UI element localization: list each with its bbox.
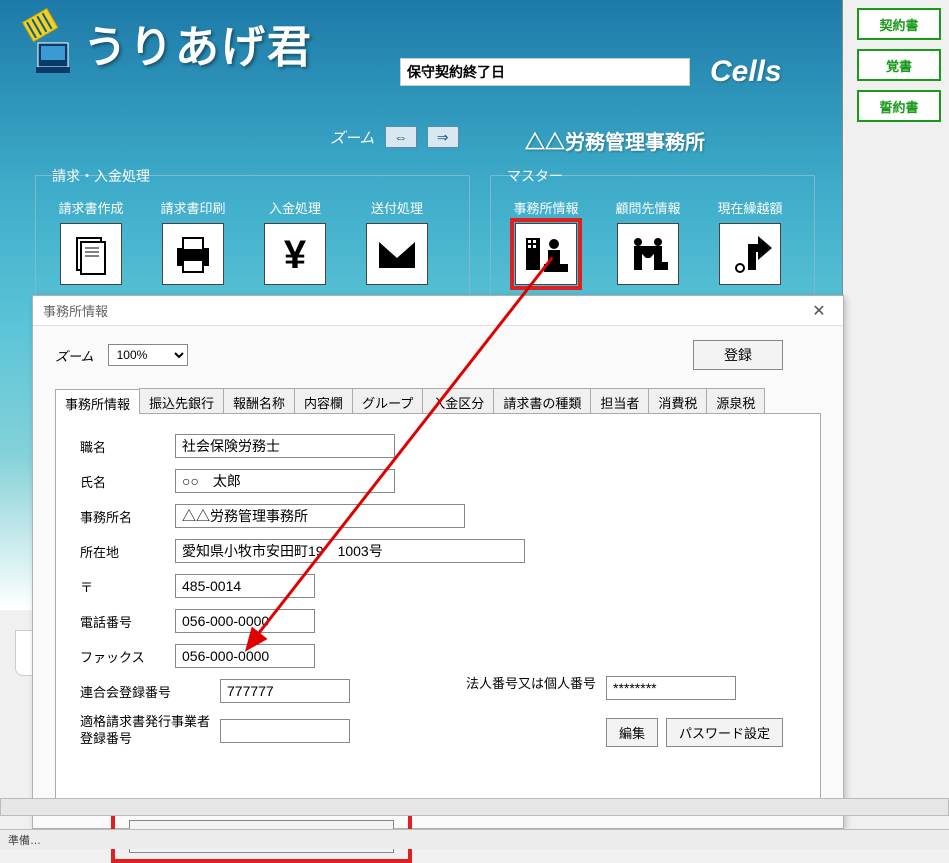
address-input[interactable] <box>175 539 525 563</box>
position-input[interactable] <box>175 434 395 458</box>
side-button-panel: 契約書 覚書 誓約書 <box>857 8 941 122</box>
master-groupbox: マスター 事務所情報 顧問先情報 現在繰越額 <box>490 175 815 315</box>
office-input[interactable] <box>175 504 465 528</box>
tab-panel: 職名 氏名 事務所名 所在地 〒 電話番号 <box>55 414 821 806</box>
print-invoice-button[interactable]: 請求書印刷 <box>152 198 234 285</box>
fax-label: ファックス <box>80 647 175 666</box>
tab-staff[interactable]: 担当者 <box>590 388 649 413</box>
main-zoom-bar: ズーム ⇔ ⇒ <box>330 126 459 148</box>
tab-strip: 事務所情報 振込先銀行 報酬名称 内容欄 グループ 入金区分 請求書の種類 担当… <box>55 388 821 414</box>
billing-groupbox: 請求・入金処理 請求書作成 請求書印刷 入金処理 ¥ 送付処理 <box>35 175 470 315</box>
position-label: 職名 <box>80 437 175 456</box>
dialog-title: 事務所情報 <box>43 301 108 320</box>
fax-input[interactable] <box>175 644 315 668</box>
union-reg-label: 連合会登録番号 <box>80 682 220 701</box>
dialog-zoom-label: ズーム <box>55 346 94 365</box>
tab-content[interactable]: 内容欄 <box>294 388 353 413</box>
tab-tax[interactable]: 消費税 <box>648 388 707 413</box>
printer-icon <box>162 223 224 285</box>
name-label: 氏名 <box>80 472 175 491</box>
pledge-button[interactable]: 誓約書 <box>857 90 941 122</box>
billing-group-title: 請求・入金処理 <box>48 166 154 186</box>
memorandum-button[interactable]: 覚書 <box>857 49 941 81</box>
office-person-icon <box>515 223 577 285</box>
logo-icon <box>18 8 73 78</box>
document-icon <box>60 223 122 285</box>
tab-withholding[interactable]: 源泉税 <box>706 388 765 413</box>
address-label: 所在地 <box>80 542 175 561</box>
carryover-button[interactable]: 現在繰越額 <box>709 198 791 285</box>
zoom-label: ズーム <box>330 127 375 148</box>
office-name-display: △△労務管理事務所 <box>525 126 705 155</box>
tel-input[interactable] <box>175 609 315 633</box>
zoom-in-button[interactable]: ⇒ <box>427 126 459 148</box>
status-bar: 準備… <box>0 829 949 849</box>
handshake-icon <box>617 223 679 285</box>
horizontal-scrollbar[interactable] <box>0 798 949 816</box>
arrow-turn-icon <box>719 223 781 285</box>
yen-icon: ¥ <box>264 223 326 285</box>
app-title: うりあげ君 <box>83 11 313 75</box>
tab-payment-type[interactable]: 入金区分 <box>422 388 494 413</box>
tab-fee-name[interactable]: 報酬名称 <box>223 388 295 413</box>
office-label: 事務所名 <box>80 507 175 526</box>
corp-num-input[interactable] <box>606 676 736 700</box>
corp-num-label: 法人番号又は個人番号 <box>466 676 606 693</box>
dialog-titlebar: 事務所情報 ✕ <box>33 296 843 326</box>
contract-button[interactable]: 契約書 <box>857 8 941 40</box>
delivery-button[interactable]: 送付処理 <box>356 198 438 285</box>
zoom-out-button[interactable]: ⇔ <box>385 126 417 148</box>
maintenance-label: 保守契約終了日 <box>407 62 505 82</box>
tel-label: 電話番号 <box>80 612 175 631</box>
register-button[interactable]: 登録 <box>693 340 783 370</box>
office-info-dialog: 事務所情報 ✕ ズーム 100% 登録 事務所情報 振込先銀行 報酬名称 内容欄… <box>32 295 844 829</box>
right-form-block: 法人番号又は個人番号 編集 パスワード設定 <box>466 676 783 765</box>
cells-logo: Cells <box>710 55 782 89</box>
create-invoice-button[interactable]: 請求書作成 <box>50 198 132 285</box>
edit-button[interactable]: 編集 <box>606 718 658 747</box>
tab-group[interactable]: グループ <box>352 388 423 413</box>
tab-office-info[interactable]: 事務所情報 <box>55 389 140 414</box>
status-text: 準備… <box>8 835 41 847</box>
header: うりあげ君 保守契約終了日 Cells <box>0 0 842 120</box>
tab-invoice-type[interactable]: 請求書の種類 <box>493 388 591 413</box>
envelope-icon <box>366 223 428 285</box>
app-logo: うりあげ君 <box>18 8 313 78</box>
zip-label: 〒 <box>80 577 175 596</box>
maintenance-box: 保守契約終了日 <box>400 58 690 86</box>
office-info-button[interactable]: 事務所情報 <box>505 198 587 285</box>
zip-input[interactable] <box>175 574 315 598</box>
invoice-reg-input[interactable] <box>220 719 350 743</box>
name-input[interactable] <box>175 469 395 493</box>
union-reg-input[interactable] <box>220 679 350 703</box>
tab-bank[interactable]: 振込先銀行 <box>139 388 224 413</box>
invoice-reg-label: 適格請求書発行事業者登録番号 <box>80 714 220 748</box>
password-button[interactable]: パスワード設定 <box>666 718 783 747</box>
payment-button[interactable]: 入金処理 ¥ <box>254 198 336 285</box>
zoom-select[interactable]: 100% <box>108 344 188 366</box>
svg-text:¥: ¥ <box>284 233 307 277</box>
client-info-button[interactable]: 顧問先情報 <box>607 198 689 285</box>
close-icon[interactable]: ✕ <box>805 300 833 322</box>
master-group-title: マスター <box>503 166 567 186</box>
